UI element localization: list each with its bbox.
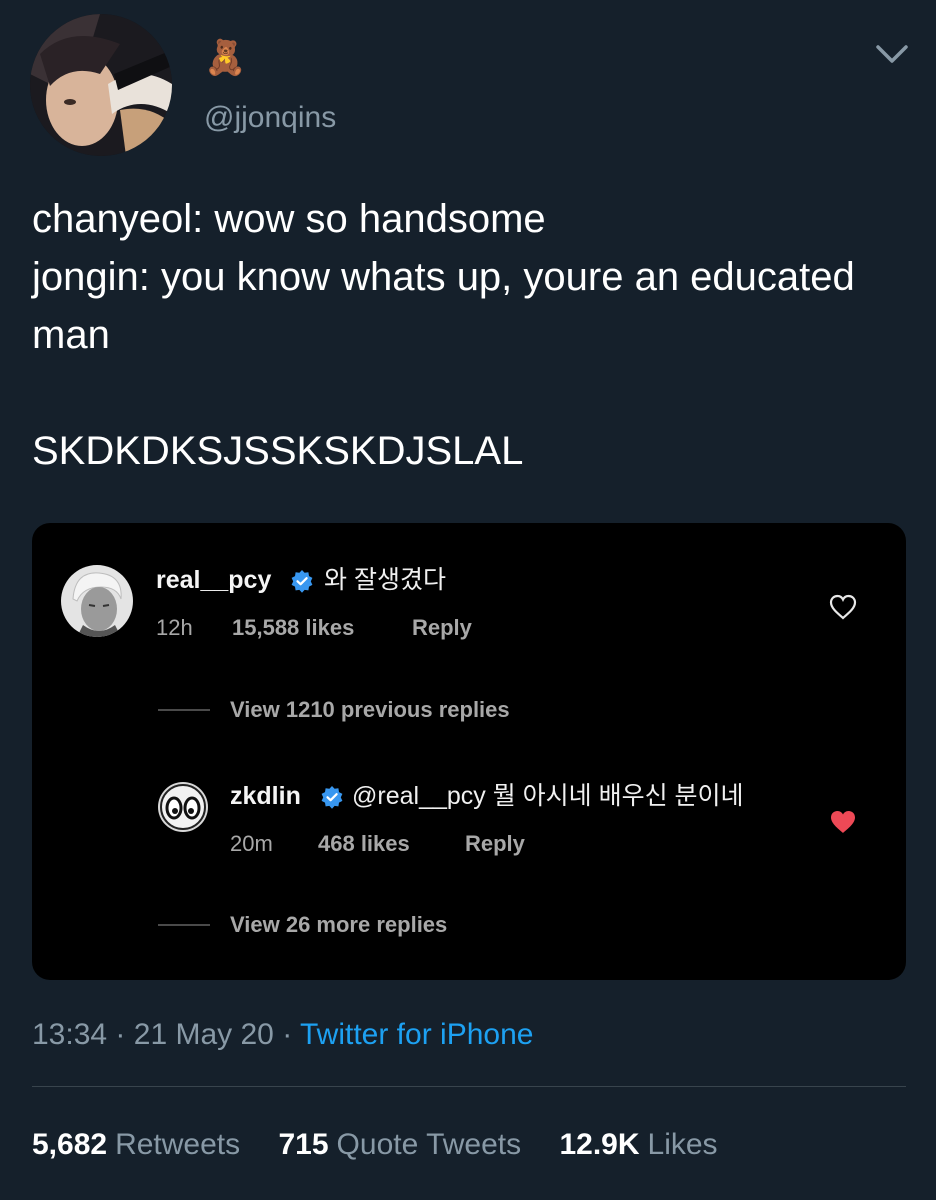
reply-avatar xyxy=(158,782,208,832)
likes-count: 12.9K xyxy=(559,1128,640,1161)
commenter-username: real__pcy xyxy=(156,566,272,594)
reply-text: @real__pcy 뭘 아시네 배우신 분이네 xyxy=(352,782,744,810)
quote-tweets-stat[interactable]: 715 Quote Tweets xyxy=(278,1126,521,1164)
verified-badge-icon xyxy=(291,570,313,593)
likes-stat[interactable]: 12.9K Likes xyxy=(559,1126,717,1164)
chevron-down-icon[interactable] xyxy=(874,40,910,68)
tweet-timestamp: 13:34 · 21 May 20 · Twitter for iPhone xyxy=(32,1016,533,1054)
user-handle[interactable]: @jjonqins xyxy=(204,100,336,136)
tweet-stats: 5,682 Retweets 715 Quote Tweets 12.9K Likes xyxy=(32,1126,748,1164)
separator-dot: · xyxy=(115,1018,126,1051)
embedded-image[interactable]: real__pcy 와 잘생겼다 12h 15,588 likes Reply … xyxy=(32,523,906,980)
tweet-text: chanyeol: wow so handsome jongin: you kn… xyxy=(32,197,855,473)
view-more-replies[interactable]: View 26 more replies xyxy=(230,912,447,938)
heart-filled-icon[interactable] xyxy=(828,808,858,836)
heart-outline-icon[interactable] xyxy=(828,593,858,621)
reply-username: zkdlin xyxy=(230,782,301,810)
view-replies-line xyxy=(158,709,210,711)
divider xyxy=(32,1086,906,1087)
commenter-avatar xyxy=(61,565,133,637)
tweet-source-link[interactable]: Twitter for iPhone xyxy=(300,1018,533,1051)
profile-avatar[interactable] xyxy=(30,14,172,156)
quote-tweets-count: 715 xyxy=(278,1128,329,1161)
reply-time: 20m xyxy=(230,831,273,856)
view-previous-replies[interactable]: View 1210 previous replies xyxy=(230,697,510,723)
verified-badge-icon xyxy=(321,786,343,809)
quote-tweets-label: Quote Tweets xyxy=(336,1128,522,1161)
retweets-count: 5,682 xyxy=(32,1128,108,1161)
display-name[interactable]: 🧸 xyxy=(204,38,246,78)
comment-reply-button[interactable]: Reply xyxy=(412,615,472,641)
retweets-stat[interactable]: 5,682 Retweets xyxy=(32,1126,240,1164)
view-replies-line xyxy=(158,924,210,926)
reply-reply-button[interactable]: Reply xyxy=(465,831,525,857)
comment-likes[interactable]: 15,588 likes xyxy=(232,615,354,641)
tweet-date: 21 May 20 xyxy=(133,1018,274,1051)
comment-time: 12h xyxy=(156,615,193,640)
retweets-label: Retweets xyxy=(115,1128,241,1161)
tweet-time: 13:34 xyxy=(32,1018,108,1051)
separator-dot: · xyxy=(282,1018,293,1051)
likes-label: Likes xyxy=(647,1128,718,1161)
reply-likes[interactable]: 468 likes xyxy=(318,831,410,857)
comment-text: 와 잘생겼다 xyxy=(324,566,446,594)
